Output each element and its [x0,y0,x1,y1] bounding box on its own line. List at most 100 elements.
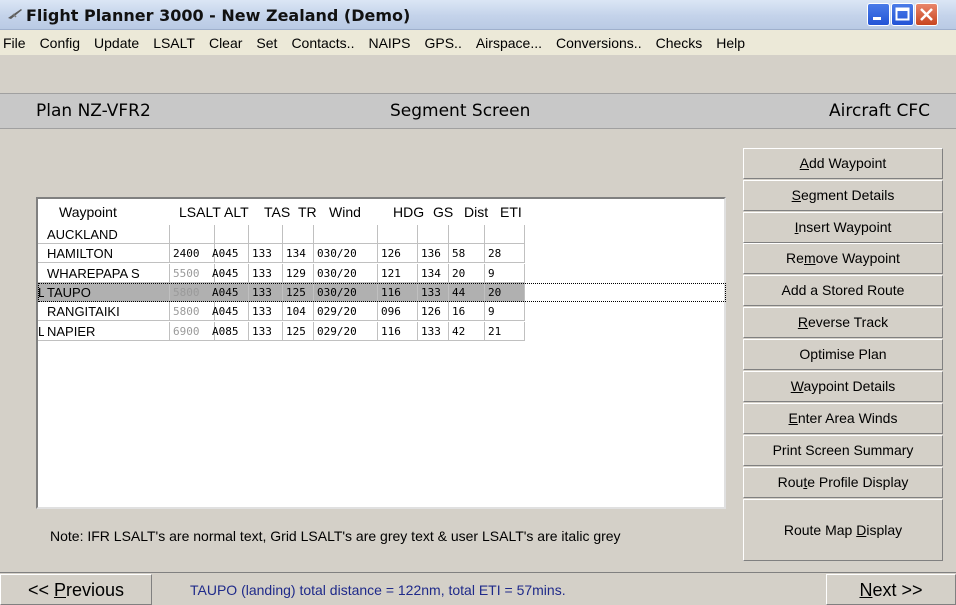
column-header-lsalt[interactable]: LSALT [176,203,221,222]
cell-waypoint[interactable]: NAPIER [44,321,170,341]
table-row[interactable]: LNAPIER6900A085133125029/201161334221 [38,321,724,341]
menu-file[interactable]: File [0,35,33,51]
cell-tr[interactable] [283,225,314,244]
cell-waypoint[interactable]: WHAREPAPA S [44,263,170,283]
cell-alt[interactable]: A045 [209,302,249,322]
menu-help[interactable]: Help [709,35,752,51]
cell-eti[interactable]: 9 [485,302,525,322]
cell-wind[interactable] [314,225,378,244]
close-button[interactable] [915,3,938,26]
cell-alt[interactable]: A045 [209,244,249,264]
column-header-wind[interactable]: Wind [326,203,390,222]
cell-tas[interactable]: 133 [249,282,283,302]
cell-gs[interactable]: 126 [418,302,449,322]
remove-waypoint-button[interactable]: Remove Waypoint [743,243,943,274]
cell-eti[interactable]: 28 [485,244,525,264]
table-row[interactable]: HAMILTON 2400 A045 133 134 030/20 126 136 58 28 [38,244,724,264]
cell-hdg[interactable]: 116 [378,321,418,341]
add-stored-route-button[interactable]: Add a Stored Route [743,275,943,306]
cell-alt[interactable] [209,225,249,244]
reverse-track-button[interactable]: Reverse Track [743,307,943,338]
route-profile-display-button[interactable]: Route Profile Display [743,467,943,498]
cell-dist[interactable] [449,225,485,244]
cell-waypoint[interactable]: HAMILTON [44,244,170,264]
column-header-tas[interactable]: TAS [261,203,295,222]
column-header-eti[interactable]: ETI [497,203,537,222]
cell-eti[interactable]: 21 [485,321,525,341]
cell-dist[interactable]: 20 [449,263,485,283]
next-button[interactable]: Next >> [826,574,956,605]
previous-button[interactable]: << Previous [0,574,152,605]
cell-hdg[interactable]: 096 [378,302,418,322]
cell-wind[interactable]: 029/20 [314,302,378,322]
cell-alt[interactable]: A045 [209,282,249,302]
cell-dist[interactable]: 44 [449,282,485,302]
cell-alt[interactable]: A085 [209,321,249,341]
cell-gs[interactable]: 133 [418,321,449,341]
menu-gps[interactable]: GPS.. [417,35,468,51]
table-row[interactable]: RANGITAIKI 5800 A045 133 104 029/20 096 126 16 9 [38,302,724,322]
menu-contacts[interactable]: Contacts.. [284,35,361,51]
column-header-tr[interactable]: TR [295,203,326,222]
cell-tas[interactable]: 133 [249,244,283,264]
enter-area-winds-button[interactable]: Enter Area Winds [743,403,943,434]
cell-tas[interactable] [249,225,283,244]
cell-tr[interactable]: 125 [283,282,314,302]
cell-hdg[interactable] [378,225,418,244]
cell-wind[interactable]: 030/20 [314,244,378,264]
route-map-display-button[interactable]: Route Map Display [743,499,943,561]
cell-eti[interactable] [485,225,525,244]
menu-lsalt[interactable]: LSALT [146,35,202,51]
insert-waypoint-button[interactable]: Insert Waypoint [743,212,943,243]
menu-naips[interactable]: NAIPS [361,35,417,51]
cell-hdg[interactable]: 116 [378,282,418,302]
maximize-button[interactable] [891,3,914,26]
cell-dist[interactable]: 58 [449,244,485,264]
cell-waypoint[interactable]: TAUPO [44,282,170,302]
cell-eti[interactable]: 9 [485,263,525,283]
cell-alt[interactable]: A045 [209,263,249,283]
cell-tas[interactable]: 133 [249,263,283,283]
menu-set[interactable]: Set [249,35,284,51]
cell-tr[interactable]: 129 [283,263,314,283]
column-header-alt[interactable]: ALT [221,203,261,222]
cell-dist[interactable]: 42 [449,321,485,341]
add-waypoint-button[interactable]: Add Waypoint [743,148,943,179]
cell-waypoint[interactable]: AUCKLAND [44,225,170,244]
table-row[interactable]: WHAREPAPA S 5500 A045 133 129 030/20 121 134 20 9 [38,263,724,283]
cell-hdg[interactable]: 126 [378,244,418,264]
cell-gs[interactable]: 133 [418,282,449,302]
cell-wind[interactable]: 030/20 [314,263,378,283]
cell-eti[interactable]: 20 [485,282,525,302]
table-row[interactable]: AUCKLAND [38,225,724,244]
cell-dist[interactable]: 16 [449,302,485,322]
cell-tr[interactable]: 125 [283,321,314,341]
cell-wind[interactable]: 029/20 [314,321,378,341]
cell-waypoint[interactable]: RANGITAIKI [44,302,170,322]
cell-hdg[interactable]: 121 [378,263,418,283]
cell-tas[interactable]: 133 [249,321,283,341]
optimise-plan-button[interactable]: Optimise Plan [743,339,943,370]
menu-clear[interactable]: Clear [202,35,249,51]
menu-update[interactable]: Update [87,35,146,51]
segment-details-button[interactable]: Segment Details [743,180,943,211]
cell-tr[interactable]: 134 [283,244,314,264]
minimize-button[interactable] [867,3,890,26]
waypoint-details-button[interactable]: Waypoint Details [743,371,943,402]
column-header-dist[interactable]: Dist [461,203,497,222]
print-screen-summary-button[interactable]: Print Screen Summary [743,435,943,466]
cell-gs[interactable]: 134 [418,263,449,283]
column-header-hdg[interactable]: HDG [390,203,430,222]
waypoint-grid[interactable]: Waypoint LSALT ALT TAS TR Wind HDG GS Dist ETI AUC… [36,197,726,509]
menu-airspace[interactable]: Airspace... [469,35,549,51]
cell-gs[interactable]: 136 [418,244,449,264]
menu-config[interactable]: Config [33,35,87,51]
column-header-waypoint[interactable]: Waypoint [56,203,176,222]
table-row[interactable]: LTAUPO5800A045133125030/201161334420 [38,282,724,302]
cell-wind[interactable]: 030/20 [314,282,378,302]
cell-gs[interactable] [418,225,449,244]
cell-tr[interactable]: 104 [283,302,314,322]
column-header-gs[interactable]: GS [430,203,461,222]
cell-tas[interactable]: 133 [249,302,283,322]
menu-checks[interactable]: Checks [649,35,710,51]
